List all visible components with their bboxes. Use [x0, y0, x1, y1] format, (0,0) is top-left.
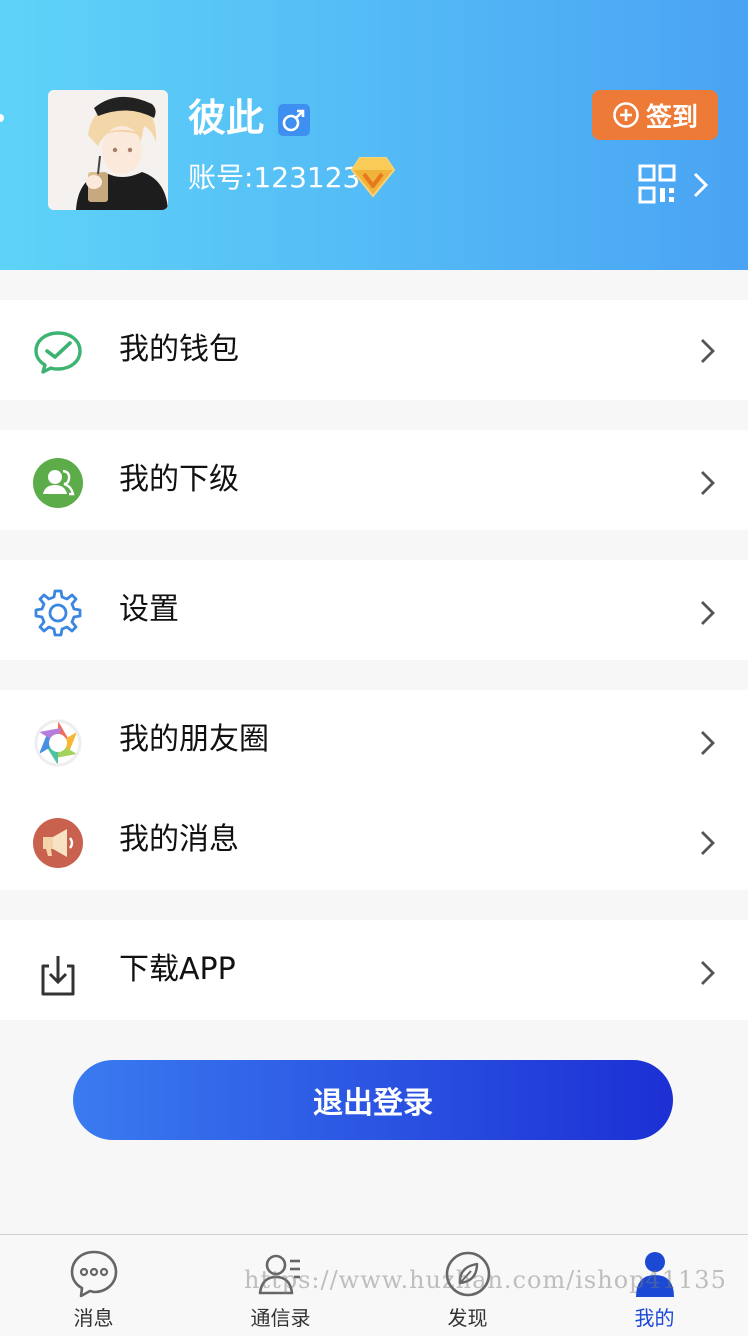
users-icon — [33, 458, 83, 508]
edge-indicator — [0, 114, 4, 122]
tab-label-messages: 消息 — [73, 1306, 114, 1330]
download-icon — [41, 956, 75, 996]
menu-item-messages[interactable]: 我的消息 — [0, 790, 748, 890]
menu-item-download[interactable]: 下载APP — [0, 920, 748, 1020]
menu-group-social: 我的朋友圈 我的消息 — [0, 690, 748, 890]
tab-contacts[interactable]: 通信录 — [187, 1235, 374, 1335]
tab-messages[interactable]: 消息 — [0, 1235, 187, 1335]
tab-label-mine: 我的 — [634, 1306, 675, 1330]
chevron-right-icon — [701, 339, 715, 363]
menu-item-subordinates[interactable]: 我的下级 — [0, 430, 748, 530]
gear-icon — [34, 589, 82, 637]
chevron-right-icon — [701, 961, 715, 985]
chevron-right-icon — [701, 831, 715, 855]
wechat-pay-icon — [34, 331, 82, 374]
logout-button[interactable]: 退出登录 — [73, 1060, 673, 1140]
chevron-right-icon — [701, 471, 715, 495]
tab-mine[interactable]: 我的 — [561, 1235, 748, 1335]
qr-code-icon[interactable] — [638, 164, 676, 204]
menu-label-moments: 我的朋友圈 — [119, 722, 269, 757]
profile-header: 彼此 账号:123123 签到 — [0, 0, 748, 270]
account-id: 账号:123123 — [188, 161, 361, 194]
menu-label-download: 下载APP — [119, 952, 236, 987]
male-icon — [278, 104, 310, 136]
vip-diamond-icon — [350, 154, 396, 198]
menu-label-subordinates: 我的下级 — [119, 462, 239, 497]
tab-label-contacts: 通信录 — [250, 1306, 311, 1330]
chevron-right-icon — [701, 601, 715, 625]
chevron-right-icon — [701, 731, 715, 755]
plus-circle-icon — [613, 102, 639, 128]
compass-leaf-icon — [445, 1251, 490, 1297]
megaphone-icon — [33, 818, 83, 868]
tab-discover[interactable]: 发现 — [374, 1235, 561, 1335]
menu-label-wallet: 我的钱包 — [119, 332, 239, 367]
signin-button[interactable]: 签到 — [592, 90, 718, 140]
chevron-right-icon[interactable] — [690, 170, 712, 200]
menu-group-subordinates: 我的下级 — [0, 430, 748, 530]
signin-label: 签到 — [645, 102, 698, 133]
menu-item-moments[interactable]: 我的朋友圈 — [0, 690, 748, 790]
person-icon — [635, 1252, 674, 1297]
username: 彼此 — [188, 96, 265, 140]
menu-item-wallet[interactable]: 我的钱包 — [0, 300, 748, 400]
menu-group-download: 下载APP — [0, 920, 748, 1020]
chat-bubble-icon — [70, 1250, 117, 1298]
contacts-icon — [258, 1254, 300, 1295]
menu-label-settings: 设置 — [119, 592, 179, 627]
menu-group-wallet: 我的钱包 — [0, 300, 748, 400]
avatar[interactable] — [48, 90, 168, 210]
aperture-icon — [34, 719, 82, 767]
bottom-tab-bar: 消息 通信录 发现 我的 — [0, 1234, 748, 1336]
tab-label-discover: 发现 — [447, 1306, 488, 1330]
menu-item-settings[interactable]: 设置 — [0, 560, 748, 660]
menu-label-messages: 我的消息 — [119, 822, 239, 857]
menu-group-settings: 设置 — [0, 560, 748, 660]
